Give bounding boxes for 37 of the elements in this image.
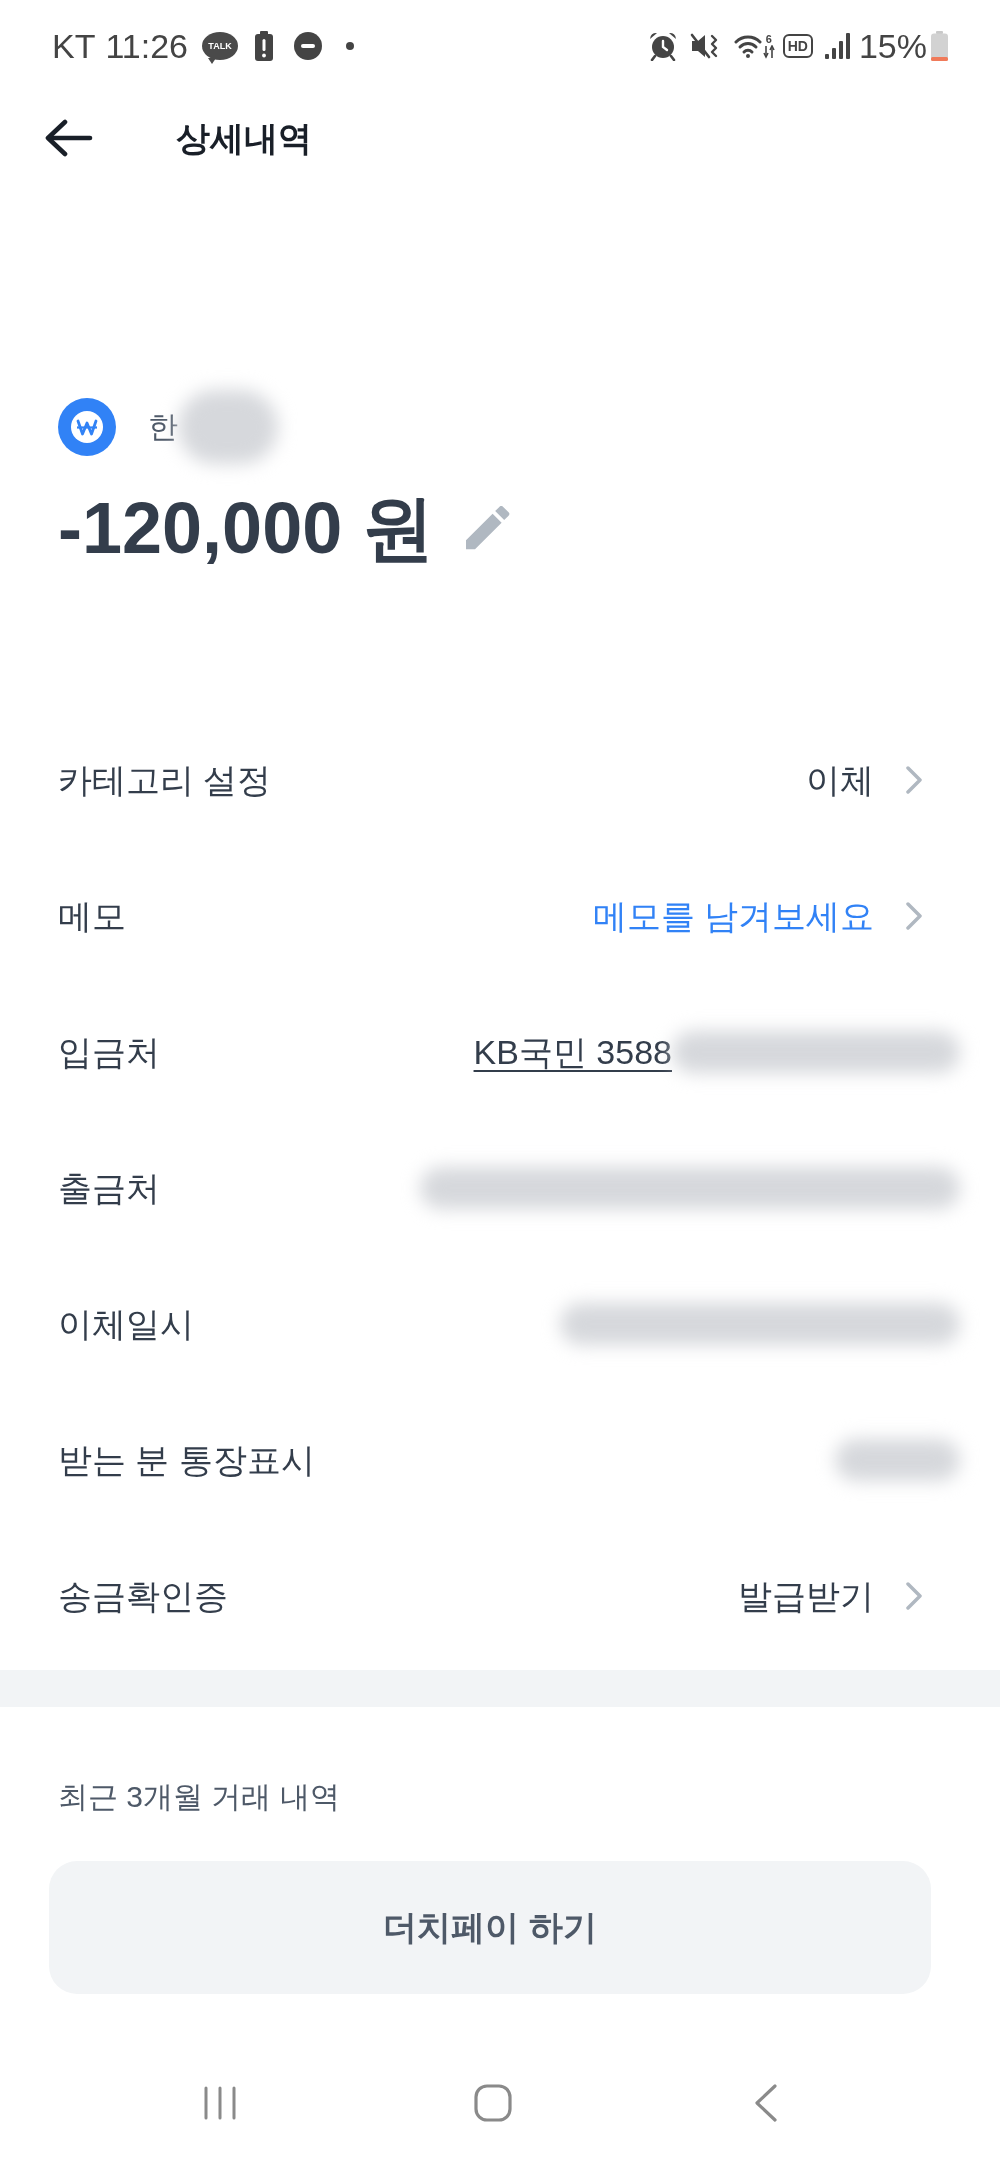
alarm-clock-icon (647, 31, 678, 61)
chevron-right-icon (906, 766, 922, 794)
account-holder-name: 한 (148, 409, 178, 445)
home-icon[interactable] (473, 2084, 512, 2122)
chevron-right-icon (906, 902, 922, 930)
do-not-disturb-icon (294, 32, 322, 60)
won-coin-icon (58, 398, 116, 456)
dutch-pay-button[interactable]: 더치페이 하기 (49, 1861, 931, 1994)
value-link[interactable]: 발급받기 (738, 1574, 874, 1618)
page-title: 상세내역 (176, 118, 312, 159)
battery-percent: 15% (858, 26, 927, 66)
transfer-amount: -120,000 원 (58, 488, 435, 568)
chevron-right-icon (906, 1582, 922, 1610)
row-label: 입금처 (58, 1032, 160, 1073)
row-label: 메모 (58, 896, 126, 937)
data-arrows-icon (762, 44, 775, 59)
pencil-icon[interactable] (466, 506, 511, 550)
wifi-standard-label: 6 (765, 33, 772, 45)
row-label: 받는 분 통장표시 (58, 1440, 315, 1481)
hd-voice-badge: HD (782, 34, 813, 58)
row-label: 출금처 (58, 1168, 160, 1209)
signal-bars-icon (824, 33, 851, 59)
recent-history-heading: 최근 3개월 거래 내역 (58, 1779, 340, 1815)
battery-low-icon (931, 31, 948, 61)
clock-time: 11:26 (105, 26, 188, 66)
memo-prompt-link[interactable]: 메모를 남겨보세요 (592, 894, 874, 938)
row-label: 카테고리 설정 (58, 760, 272, 801)
account-link[interactable]: KB국민 3588 (473, 1030, 672, 1074)
battery-alert-icon (254, 31, 274, 61)
notification-dot-icon (346, 42, 354, 50)
row-label: 이체일시 (58, 1304, 194, 1345)
wifi-icon (733, 34, 762, 58)
muted-vibrate-icon (689, 32, 720, 60)
value-link[interactable]: 이체 (806, 758, 874, 802)
back-icon[interactable] (753, 2084, 778, 2122)
carrier-label: KT (52, 26, 96, 66)
row-label: 송금확인증 (58, 1576, 228, 1617)
